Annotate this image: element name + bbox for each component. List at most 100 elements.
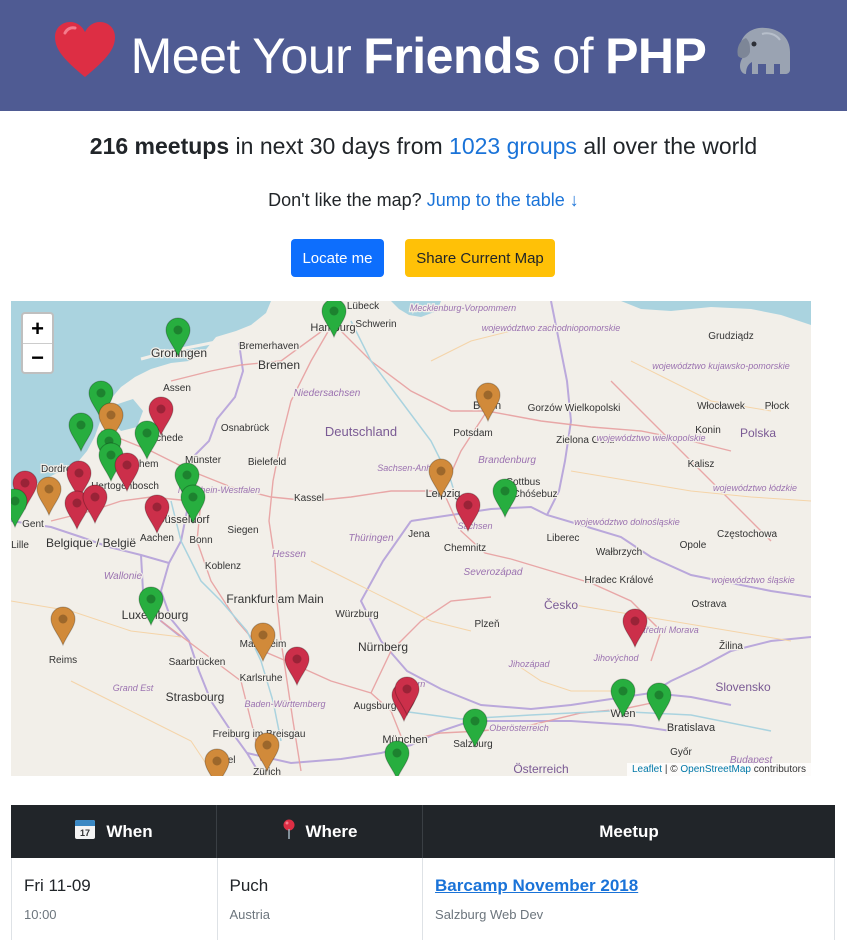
map-label: Lübeck [347, 301, 380, 312]
map-label: Aachen [140, 533, 174, 544]
title-part-4: PHP [605, 27, 707, 84]
zoom-control: + − [21, 312, 54, 374]
map-label: Bonn [189, 535, 212, 546]
map-label: Bratislava [667, 722, 716, 734]
jump-question: Don't like the map? [268, 190, 422, 210]
meetup-time: 10:00 [24, 907, 57, 922]
meetup-date: Fri 11-09 [24, 876, 91, 895]
map-label: Jihovýchod [592, 653, 639, 663]
map-label: Hradec Králové [585, 575, 654, 586]
map-label: Konin [695, 425, 721, 436]
map-label: Augsburg [354, 701, 397, 712]
map-label: Strasbourg [166, 690, 225, 704]
map-label: Płock [765, 401, 790, 412]
map-label: województwo łódzkie [713, 483, 797, 493]
map-label: Kalisz [688, 459, 715, 470]
map-label: Częstochowa [717, 529, 777, 540]
meetup-count: 216 meetups [89, 133, 230, 159]
leaflet-link[interactable]: Leaflet [632, 764, 662, 775]
map-label: Baden-Württemberg [244, 699, 325, 709]
meetups-table: 17 When Where Meetup Fri 11-09 10:00 Puc… [11, 805, 835, 940]
when-header[interactable]: 17 When [11, 805, 217, 858]
meetup-header[interactable]: Meetup [423, 805, 835, 858]
map-label: województwo dolnośląskie [574, 517, 680, 527]
heart-icon [53, 21, 117, 91]
map-label: Severozápad [464, 567, 523, 578]
osm-link[interactable]: OpenStreetMap [680, 764, 751, 775]
map-label: Thüringen [348, 533, 393, 544]
map-label: Hessen [272, 549, 306, 560]
when-cell: Fri 11-09 10:00 [12, 858, 218, 940]
map-label: Włocławek [697, 401, 746, 412]
map-label: Schwerin [355, 319, 396, 330]
map-label: Lille [11, 540, 29, 551]
elephant-icon [732, 22, 794, 90]
calendar-icon: 17 [74, 818, 96, 845]
meetups-map[interactable]: LübeckHamburgSchwerinMecklenburg-Vorpomm… [11, 301, 811, 776]
map-label: Koblenz [205, 561, 241, 572]
meetup-city: Puch [229, 876, 269, 895]
stats-text-1: in next 30 days from [235, 133, 443, 159]
header-banner: Meet Your Friends of PHP [0, 0, 847, 111]
map-label: Chemnitz [444, 543, 486, 554]
map-label: Mecklenburg-Vorpommern [410, 303, 516, 313]
jump-line: Don't like the map? Jump to the table ↓ [0, 190, 847, 211]
map-label: województwo zachodniopomorskie [482, 323, 621, 333]
svg-text:17: 17 [80, 828, 90, 838]
map-attribution: Leaflet | © OpenStreetMap contributors [627, 763, 811, 776]
meetup-header-label: Meetup [599, 821, 659, 841]
map-label: Střední Morava [637, 625, 699, 635]
table-header: 17 When Where Meetup [11, 805, 835, 858]
map-label: Wałbrzych [596, 547, 642, 558]
stats-text-2: all over the world [583, 133, 758, 159]
map-label: Bremen [258, 358, 300, 372]
map-label: Österreich [513, 762, 568, 776]
locate-me-button[interactable]: Locate me [291, 239, 384, 277]
map-label: Liberec [547, 533, 580, 544]
meetup-marker[interactable] [204, 748, 230, 776]
map-label: Gent [22, 519, 44, 530]
map-label: Bielefeld [248, 457, 286, 468]
map-label: Polska [740, 426, 776, 440]
meetup-country: Austria [229, 907, 270, 922]
share-map-button[interactable]: Share Current Map [405, 239, 555, 277]
map-label: Chóśebuz [512, 489, 557, 500]
map-label: Saarbrücken [169, 657, 226, 668]
map-label: Žilina [719, 639, 743, 652]
jump-to-table-link[interactable]: Jump to the table ↓ [427, 190, 579, 210]
meetup-cell: Barcamp November 2018 Salzburg Web Dev [423, 858, 834, 940]
map-label: Siegen [227, 525, 258, 536]
groups-link[interactable]: 1023 groups [449, 133, 577, 159]
map-label: Osnabrück [221, 423, 270, 434]
map-tiles[interactable]: LübeckHamburgSchwerinMecklenburg-Vorpomm… [11, 301, 811, 776]
title-part-3: of [552, 27, 594, 84]
map-label: Wallonie [104, 571, 143, 582]
map-label: Plzeň [474, 619, 499, 630]
attribution-separator: | [664, 764, 668, 775]
map-label: Deutschland [325, 424, 397, 439]
map-label: Sachsen [457, 521, 492, 531]
map-label: województwo kujawsko-pomorskie [652, 361, 790, 371]
map-label: Győr [670, 747, 692, 758]
map-label: Frankfurt am Main [226, 592, 323, 606]
zoom-out-button[interactable]: − [23, 343, 52, 372]
meetup-title-link[interactable]: Barcamp November 2018 [435, 876, 638, 895]
table-row: Fri 11-09 10:00 Puch Austria Barcamp Nov… [11, 858, 835, 940]
map-label: Česko [544, 597, 578, 612]
map-label: Grand Est [113, 683, 154, 693]
title-part-1: Meet Your [130, 27, 352, 84]
where-header[interactable]: Where [217, 805, 423, 858]
map-label: Kassel [294, 493, 324, 504]
map-label: Ostrava [691, 599, 726, 610]
map-label: Brandenburg [478, 455, 536, 466]
map-label: Karlsruhe [240, 673, 283, 684]
zoom-in-button[interactable]: + [23, 314, 52, 343]
meetup-stats: 216 meetups in next 30 days from 1023 gr… [0, 133, 847, 160]
map-label: Potsdam [453, 428, 492, 439]
attribution-copyright: © [670, 764, 678, 775]
map-label: Grudziądz [708, 331, 754, 342]
map-label: Bremerhaven [239, 341, 299, 352]
map-label: Belgique / België [46, 536, 136, 550]
page-title: Meet Your Friends of PHP [53, 21, 795, 91]
map-label: Würzburg [335, 609, 378, 620]
